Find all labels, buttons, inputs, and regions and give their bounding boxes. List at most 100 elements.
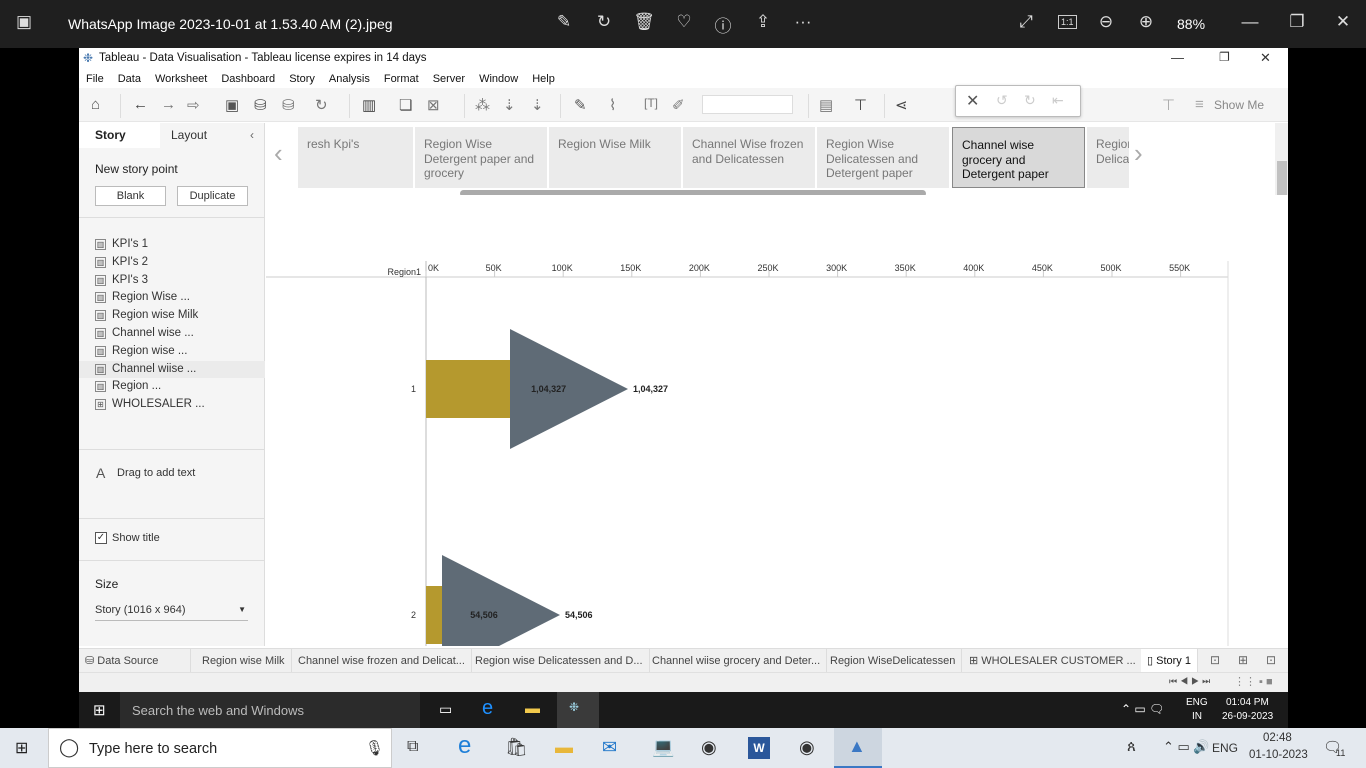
pin-icon[interactable]: ✐ [672, 96, 685, 114]
story-point[interactable]: Region Wise Detergent paper and grocery [415, 127, 547, 188]
story-point[interactable]: Region Delicat [1087, 127, 1129, 188]
save-icon[interactable]: ▣ [225, 96, 239, 114]
menu-window[interactable]: Window [472, 70, 525, 88]
highlight-icon[interactable]: ✎ [574, 96, 587, 114]
redo-icon[interactable]: ⇨ [187, 96, 200, 114]
more-icon[interactable]: ··· [791, 12, 815, 32]
duplicate-button[interactable]: Duplicate [177, 186, 248, 206]
people-icon[interactable]: ጰ [1127, 738, 1136, 755]
back-icon[interactable]: ← [133, 96, 148, 113]
story-point-active[interactable]: Channel wise grocery and Detergent paper [952, 127, 1085, 188]
clock-date[interactable]: 26-09-2023 [1222, 711, 1273, 722]
folder-icon[interactable]: ▬ [525, 700, 540, 717]
menu-dashboard[interactable]: Dashboard [214, 70, 282, 88]
menu-story[interactable]: Story [282, 70, 322, 88]
menu-format[interactable]: Format [377, 70, 426, 88]
clock-time[interactable]: 01:04 PM [1226, 697, 1269, 708]
story-sheet-item[interactable]: ▥ Region ... [95, 378, 265, 395]
edit-icon[interactable]: ✎ [552, 12, 576, 32]
new-worksheet-icon[interactable]: ⊡ [1210, 653, 1220, 667]
tab-data-source[interactable]: ⛁ Data Source [79, 649, 191, 673]
search-box[interactable]: Search the web and Windows [132, 703, 304, 718]
sort-desc-icon[interactable]: ⇣ [531, 96, 544, 114]
next-arrow-icon[interactable]: › [1134, 138, 1143, 169]
close-icon[interactable]: ✕ [1331, 12, 1355, 32]
menu-help[interactable]: Help [525, 70, 562, 88]
actual-size-button[interactable]: 1:1 [1058, 15, 1077, 29]
windows-icon[interactable]: ⊞ [93, 701, 106, 719]
word-icon[interactable]: W [748, 737, 770, 759]
story-sheet-item[interactable]: ▥ KPI's 1 [95, 236, 265, 253]
close-icon[interactable]: ✕ [1260, 50, 1271, 66]
store-icon[interactable]: 🛍 [505, 737, 528, 758]
blank-button[interactable]: Blank [95, 186, 166, 206]
story-sheet-item[interactable]: ▥ KPI's 2 [95, 254, 265, 271]
story-sheet-item[interactable]: ▥ Channel wiise ... [79, 360, 265, 378]
save-as-new-icon[interactable]: ⇤ [1052, 92, 1064, 109]
maximize-icon[interactable]: ❐ [1285, 12, 1309, 32]
story-sheet-item[interactable]: ▥ Region wise Milk [95, 307, 265, 324]
tableau-icon[interactable]: ❉ [569, 700, 579, 714]
region[interactable]: IN [1192, 711, 1202, 722]
info-icon[interactable]: ⓘ [711, 12, 735, 37]
rotate-icon[interactable]: ↻ [592, 12, 616, 32]
forward-icon[interactable]: → [161, 96, 176, 113]
prev-arrow-icon[interactable]: ‹ [274, 138, 283, 169]
minimize-icon[interactable]: — [1238, 12, 1262, 32]
sheet-navigation[interactable]: ⏮◀▶⏭ [1169, 676, 1213, 687]
collapse-icon[interactable]: ‹ [250, 123, 254, 148]
laptop-icon[interactable]: 💻 [652, 737, 674, 758]
tab-dashboard[interactable]: ⊞ WHOLESALER CUSTOMER ... [963, 649, 1143, 673]
card-icon[interactable]: ▤ [819, 96, 833, 114]
show-me-button[interactable]: Show Me [1214, 98, 1264, 112]
restore-icon[interactable]: ❐ [1219, 50, 1230, 64]
clock-date[interactable]: 01-10-2023 [1249, 749, 1308, 761]
task-view-icon[interactable]: ▭ [439, 701, 452, 718]
new-dashboard-icon[interactable]: ⊞ [1238, 653, 1248, 667]
story-point[interactable]: Region Wise Delicatessen and Detergent p… [817, 127, 949, 188]
tab-story[interactable]: Story [79, 123, 160, 148]
presentation-icon[interactable]: ⊤ [854, 96, 867, 114]
search-box[interactable]: ◯ Type here to search 🎙 [48, 728, 392, 768]
chrome-icon[interactable]: ◉ [701, 737, 717, 758]
tab-sheet[interactable]: Channel wiise grocery and Deter... [646, 649, 828, 673]
delete-icon[interactable]: 🗑 [632, 12, 656, 32]
pause-updates-icon[interactable]: ⛁ [282, 96, 295, 114]
close-icon[interactable]: ✕ [966, 91, 979, 111]
task-view-icon[interactable]: ⧉ [407, 738, 418, 756]
tray-icons[interactable]: ⌃ ▭ 🗨 [1121, 702, 1164, 716]
microphone-icon[interactable]: 🎙 [365, 739, 384, 757]
view-icons[interactable]: ⋮⋮ ▪ ■ [1234, 675, 1273, 688]
tab-sheet[interactable]: Channel wise frozen and Delicat... [292, 649, 472, 673]
edge-icon[interactable]: e [458, 732, 471, 760]
tab-sheet[interactable]: Region wise Delicatessen and D... [469, 649, 650, 673]
signpost-icon[interactable]: ⊤ [1162, 96, 1175, 114]
update-icon[interactable]: ↻ [1024, 92, 1036, 109]
story-point[interactable]: Channel Wise frozen and Delicatessen [683, 127, 815, 188]
windows-icon[interactable]: ⊞ [15, 738, 28, 758]
heart-icon[interactable]: ♡ [672, 12, 696, 32]
home-icon[interactable]: ⌂ [91, 96, 100, 113]
drag-to-add-text[interactable]: Drag to add text [117, 467, 195, 479]
story-sheet-item[interactable]: ▥ Channel wise ... [95, 325, 265, 342]
tab-story-active[interactable]: ▯ Story 1 [1141, 649, 1198, 673]
story-sheet-item[interactable]: ▥ Region wise ... [95, 343, 265, 360]
story-sheet-item[interactable]: ▥ KPI's 3 [95, 272, 265, 289]
new-worksheet-icon[interactable]: ▥ [362, 96, 376, 114]
share-icon[interactable]: ⇪ [751, 12, 775, 32]
menu-server[interactable]: Server [426, 70, 472, 88]
fit-dropdown[interactable] [702, 95, 793, 114]
swap-icon[interactable]: ⁂ [475, 96, 490, 114]
folder-icon[interactable]: ▬ [555, 737, 573, 758]
lang[interactable]: ENG [1212, 741, 1238, 755]
text-icon[interactable]: [T] [644, 96, 658, 110]
revert-icon[interactable]: ↺ [996, 92, 1008, 109]
edge-icon[interactable]: e [482, 697, 493, 720]
size-dropdown[interactable]: Story (1016 x 964) ▼ [95, 601, 248, 621]
new-datasource-icon[interactable]: ⛁ [254, 96, 267, 114]
zoom-in-icon[interactable]: ⊕ [1134, 12, 1158, 32]
show-me-icon[interactable]: ≡ [1195, 96, 1204, 113]
chrome-profile-icon[interactable]: ◉ [799, 737, 815, 758]
story-sheet-item[interactable]: ▥ Region Wise ... [95, 289, 265, 306]
tab-sheet[interactable]: Region wise Milk [196, 649, 292, 673]
